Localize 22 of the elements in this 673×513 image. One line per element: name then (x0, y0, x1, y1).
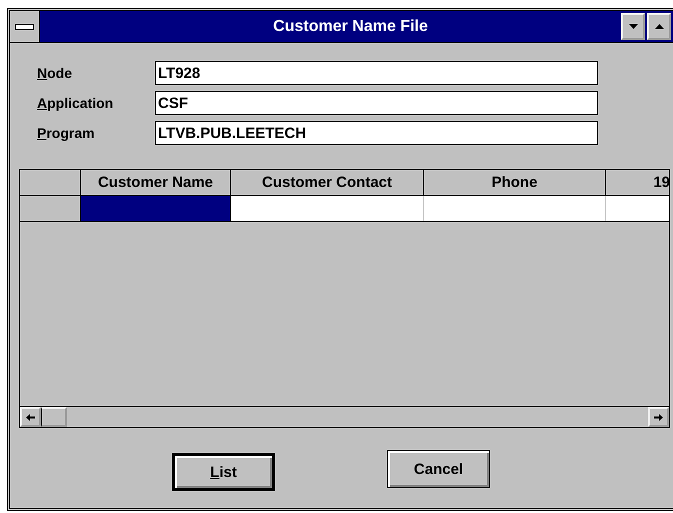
field-label: Node (36, 65, 74, 81)
system-menu-button[interactable] (10, 11, 40, 42)
window-title: Customer Name File (272, 18, 429, 36)
column-header[interactable]: Customer Name (81, 170, 231, 195)
column-header[interactable]: Phone (424, 170, 606, 195)
input-field[interactable]: LTVB.PUB.LEETECH (155, 121, 598, 145)
push-button[interactable]: Cancel (387, 450, 490, 488)
scroll-thumb[interactable] (41, 407, 67, 427)
table-cell[interactable] (81, 196, 231, 221)
triangle-up-icon (654, 24, 664, 29)
field-label: Program (36, 125, 96, 141)
push-button[interactable]: List (172, 453, 275, 491)
scroll-right-icon[interactable] (648, 407, 669, 427)
input-field[interactable]: CSF (155, 91, 598, 115)
minimize-button[interactable] (621, 13, 645, 40)
triangle-down-icon (628, 24, 638, 29)
field-label: Application (36, 95, 114, 111)
scroll-left-icon[interactable] (20, 407, 41, 427)
input-field[interactable]: LT928 (155, 61, 598, 85)
horizontal-scrollbar[interactable] (20, 406, 669, 427)
column-header[interactable]: Customer Contact (231, 170, 424, 195)
maximize-button[interactable] (647, 13, 671, 40)
